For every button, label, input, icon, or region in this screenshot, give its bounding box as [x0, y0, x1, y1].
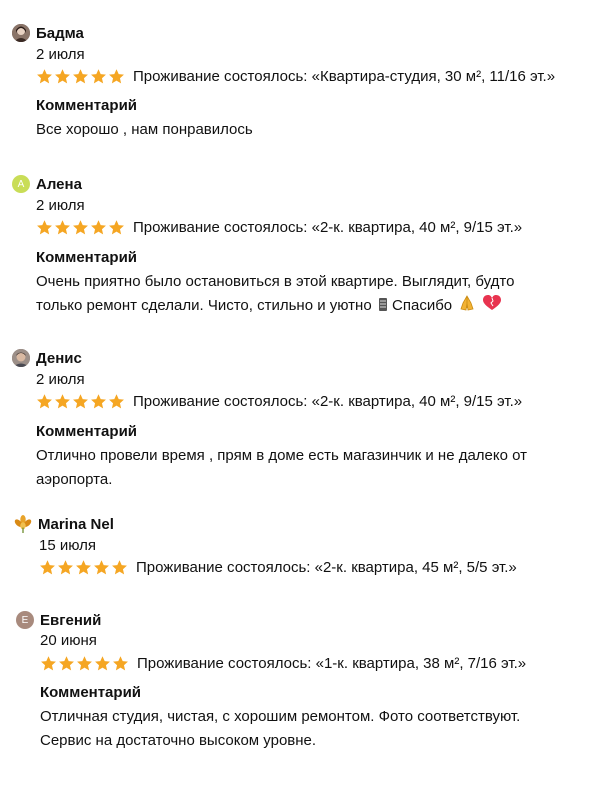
comment-text: Очень приятно было остановиться в этой к… — [36, 270, 586, 320]
star-icon — [40, 559, 55, 574]
comment-line: Отлично провели время , прям в доме есть… — [36, 447, 528, 464]
heart-icon — [482, 294, 502, 320]
star-icon — [58, 559, 73, 574]
review-date: 2 июля — [36, 46, 85, 63]
rating-row: Проживание состоялось: «2-к. квартира, 4… — [36, 391, 522, 411]
star-icon — [55, 393, 70, 408]
star-icon — [59, 655, 74, 670]
avatar-letter: А — [17, 178, 25, 190]
comment-line: Очень приятно было остановиться в этой к… — [36, 273, 515, 290]
review-date: 20 июня — [40, 632, 97, 649]
avatar[interactable]: Е — [16, 611, 34, 629]
star-rating — [36, 68, 125, 85]
star-icon — [91, 393, 106, 408]
stay-info: Проживание состоялось: «2-к. квартира, 4… — [133, 392, 523, 410]
avatar[interactable] — [14, 515, 32, 533]
person-photo-icon — [12, 349, 30, 367]
praying-hands-icon — [458, 294, 476, 320]
star-icon — [55, 68, 70, 83]
star-icon — [37, 393, 52, 408]
comment-line: Сервис на достаточно высоком уровне. — [40, 732, 317, 749]
sparkle-icon — [378, 296, 388, 320]
comment-label: Комментарий — [36, 97, 138, 114]
comment-line: только ремонт сделали. Чисто, стильно и … — [36, 294, 586, 320]
star-icon — [37, 68, 52, 83]
avatar[interactable]: А — [12, 175, 30, 193]
comment-line-text: Спасибо — [392, 297, 453, 314]
rating-row: Проживание состоялось: «Квартира-студия,… — [36, 66, 555, 86]
rating-row: Проживание состоялось: «2-к. квартира, 4… — [36, 217, 522, 237]
avatar[interactable] — [12, 24, 30, 42]
star-icon — [94, 559, 109, 574]
star-icon — [91, 219, 106, 234]
review-author[interactable]: Е Евгений — [16, 609, 101, 631]
star-icon — [113, 655, 128, 670]
star-icon — [91, 68, 106, 83]
review-author[interactable]: Денис — [12, 347, 82, 369]
flower-icon — [14, 515, 32, 533]
star-icon — [95, 655, 110, 670]
author-name[interactable]: Бадма — [36, 25, 84, 42]
star-icon — [77, 655, 92, 670]
person-photo-icon — [12, 24, 30, 42]
star-icon — [73, 68, 88, 83]
stay-info: Проживание состоялось: «2-к. квартира, 4… — [133, 218, 523, 236]
star-icon — [112, 559, 127, 574]
star-icon — [109, 393, 124, 408]
star-rating — [36, 393, 125, 410]
review-author[interactable]: Marina Nel — [14, 513, 114, 535]
stay-info: Проживание состоялось: «Квартира-студия,… — [133, 67, 556, 85]
star-icon — [76, 559, 91, 574]
star-icon — [73, 393, 88, 408]
avatar-letter: Е — [21, 614, 29, 626]
comment-label: Комментарий — [36, 249, 138, 266]
star-icon — [55, 219, 70, 234]
stay-info: Проживание состоялось: «1-к. квартира, 3… — [137, 654, 527, 672]
review-author[interactable]: Бадма — [12, 22, 84, 44]
comment-label: Комментарий — [40, 684, 142, 701]
review-date: 2 июля — [36, 371, 85, 388]
star-rating — [40, 655, 129, 672]
review-date: 2 июля — [36, 197, 85, 214]
star-rating — [36, 219, 125, 236]
comment-line: аэропорта. — [36, 471, 113, 488]
avatar[interactable] — [12, 349, 30, 367]
author-name[interactable]: Marina Nel — [38, 516, 114, 533]
author-name[interactable]: Денис — [36, 350, 82, 367]
review-date: 15 июля — [39, 537, 97, 554]
star-rating — [39, 559, 128, 576]
comment-label: Комментарий — [36, 423, 138, 440]
rating-row: Проживание состоялось: «2-к. квартира, 4… — [39, 557, 517, 577]
author-name[interactable]: Алена — [36, 176, 82, 193]
comment-text: Отлично провели время , прям в доме есть… — [36, 444, 586, 492]
rating-row: Проживание состоялось: «1-к. квартира, 3… — [40, 653, 526, 673]
author-name[interactable]: Евгений — [40, 612, 101, 629]
star-icon — [37, 219, 52, 234]
star-icon — [73, 219, 88, 234]
star-icon — [109, 219, 124, 234]
stay-info: Проживание состоялось: «2-к. квартира, 4… — [136, 558, 517, 576]
star-icon — [41, 655, 56, 670]
comment-line: Отличная студия, чистая, с хорошим ремон… — [40, 708, 521, 725]
comment-line: Все хорошо , нам понравилось — [36, 121, 253, 138]
review-author[interactable]: А Алена — [12, 173, 82, 195]
comment-text: Отличная студия, чистая, с хорошим ремон… — [40, 705, 590, 753]
comment-line-text: только ремонт сделали. Чисто, стильно и … — [36, 297, 372, 314]
comment-text: Все хорошо , нам понравилось — [36, 118, 586, 142]
star-icon — [109, 68, 124, 83]
